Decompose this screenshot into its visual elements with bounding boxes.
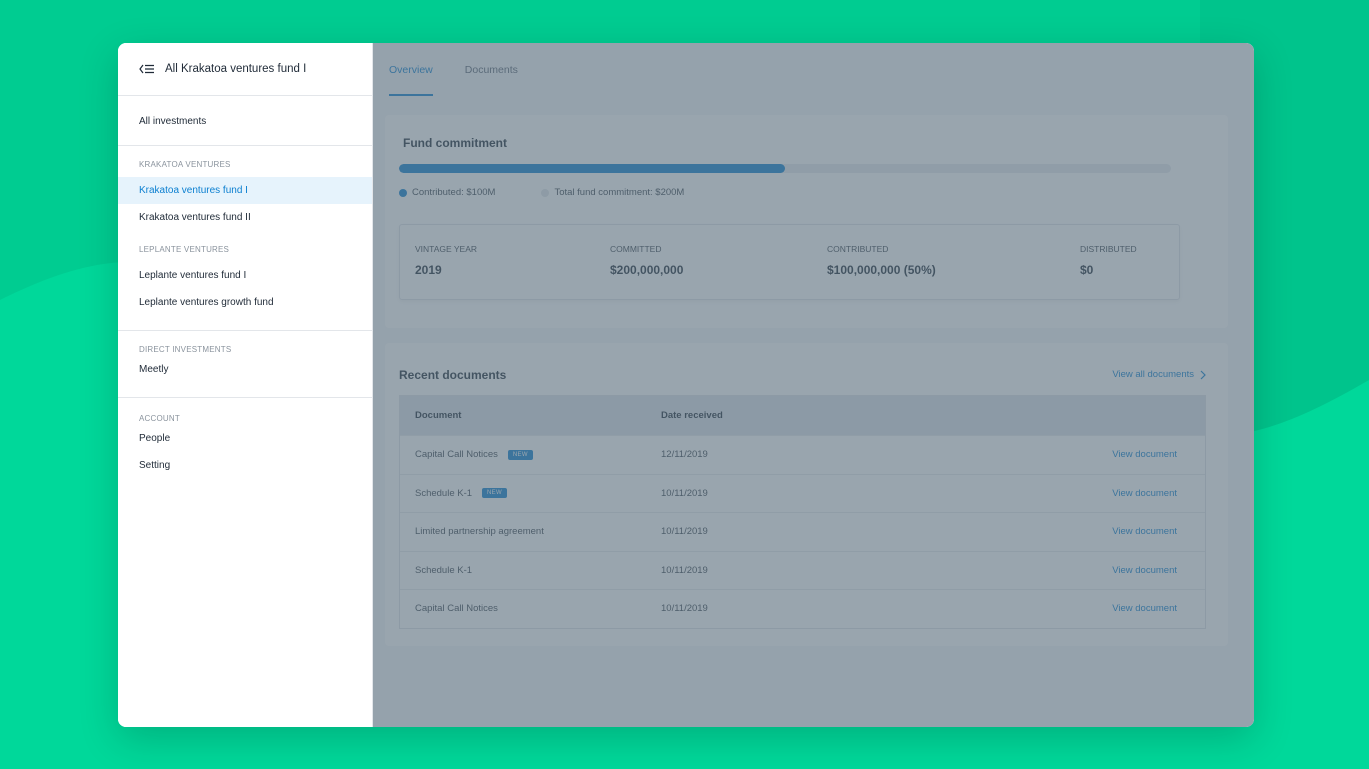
stat-label: COMMITTED: [610, 244, 662, 254]
recent-documents-title: Recent documents: [399, 368, 507, 382]
header-date-received: Date received: [661, 410, 723, 421]
table-row: Schedule K-1 10/11/2019 View document: [400, 550, 1205, 590]
sidebar-item-leplante-growth-fund[interactable]: Leplante ventures growth fund: [118, 289, 372, 316]
view-document-link[interactable]: View document: [1021, 449, 1205, 460]
sidebar-group-account: ACCOUNT: [139, 414, 180, 423]
stat-label: DISTRIBUTED: [1080, 244, 1137, 254]
sidebar-title: All Krakatoa ventures fund I: [165, 63, 307, 75]
app-window: All Krakatoa ventures fund I All investm…: [118, 43, 1254, 727]
commitment-progress-fill: [399, 164, 785, 173]
chevron-right-icon: [1200, 370, 1206, 380]
tab-overview[interactable]: Overview: [389, 43, 433, 96]
sidebar-section-all: All investments: [118, 96, 372, 146]
stat-distributed: DISTRIBUTED $0: [1080, 244, 1137, 277]
recent-documents-card: Recent documents View all documents Docu…: [385, 343, 1228, 646]
table-header: Document Date received: [400, 396, 1205, 435]
legend-contributed-label: Contributed: $100M: [412, 187, 496, 198]
view-document-link[interactable]: View document: [1021, 488, 1205, 499]
total-dot-icon: [541, 188, 550, 197]
stat-committed: COMMITTED $200,000,000: [610, 244, 683, 277]
view-all-documents-label: View all documents: [1112, 369, 1194, 380]
sidebar-group-krakatoa: KRAKATOA VENTURES: [139, 160, 231, 169]
sidebar-item-all-investments[interactable]: All investments: [118, 108, 372, 135]
sidebar-item-krakatoa-fund-1[interactable]: Krakatoa ventures fund I: [118, 177, 372, 204]
view-document-link[interactable]: View document: [1021, 565, 1205, 576]
date-received: 12/11/2019: [661, 449, 708, 461]
stat-label: CONTRIBUTED: [827, 244, 889, 254]
stat-value: $100,000,000 (50%): [827, 263, 936, 277]
document-name: Limited partnership agreement: [415, 526, 544, 538]
document-name: Schedule K-1: [415, 487, 473, 499]
stat-contributed: CONTRIBUTED $100,000,000 (50%): [827, 244, 936, 277]
stat-label: VINTAGE YEAR: [415, 244, 478, 254]
stat-vintage-year: VINTAGE YEAR 2019: [415, 244, 477, 277]
document-name: Capital Call Notices: [415, 603, 498, 615]
document-name-cell: Limited partnership agreement: [400, 526, 661, 537]
table-row: Capital Call Notices 10/11/2019 View docum…: [400, 589, 1205, 628]
documents-table: Document Date received Capital Call Noti…: [399, 395, 1206, 629]
fund-commitment-card: Fund commitment Contributed: $100M Total…: [385, 115, 1228, 328]
collapse-menu-icon[interactable]: [139, 62, 157, 76]
legend-total-label: Total fund commitment: $200M: [554, 187, 685, 198]
sidebar-item-leplante-fund-1[interactable]: Leplante ventures fund I: [118, 262, 372, 289]
view-document-link[interactable]: View document: [1021, 526, 1205, 537]
table-row: Limited partnership agreement 10/11/2019 V…: [400, 512, 1205, 551]
date-received: 10/11/2019: [661, 564, 708, 576]
new-badge: NEW: [507, 449, 533, 460]
view-all-documents-link[interactable]: View all documents: [1112, 369, 1206, 380]
view-document-link[interactable]: View document: [1021, 603, 1205, 614]
date-received: 10/11/2019: [661, 487, 708, 499]
commitment-stats: VINTAGE YEAR 2019 COMMITTED $200,000,000…: [399, 224, 1180, 300]
stat-value: 2019: [415, 263, 442, 277]
sidebar: All Krakatoa ventures fund I All investm…: [118, 43, 373, 727]
sidebar-section-direct: DIRECT INVESTMENTS Meetly: [118, 331, 372, 398]
sidebar-section-funds: KRAKATOA VENTURES Krakatoa ventures fund…: [118, 146, 372, 331]
stat-value: $0: [1080, 263, 1094, 277]
document-name-cell: Schedule K-1 NEW: [400, 488, 661, 499]
sidebar-header: All Krakatoa ventures fund I: [118, 43, 372, 96]
sidebar-section-account: ACCOUNT People Setting: [118, 398, 372, 479]
contributed-dot-icon: [399, 188, 407, 197]
sidebar-item-setting[interactable]: Setting: [118, 452, 372, 479]
fund-commitment-title: Fund commitment: [403, 136, 507, 150]
legend-total: Total fund commitment: $200M: [541, 187, 684, 198]
commitment-progress-bar: [399, 164, 1171, 173]
sidebar-group-leplante: LEPLANTE VENTURES: [139, 245, 230, 254]
stat-value: $200,000,000: [610, 263, 684, 277]
header-document: Document: [415, 410, 462, 421]
main-content: Overview Documents Fund commitment Contr…: [373, 43, 1254, 727]
tab-documents[interactable]: Documents: [465, 43, 518, 96]
table-row: Capital Call Notices NEW 12/11/2019 View do…: [400, 435, 1205, 474]
commitment-legend: Contributed: $100M Total fund commitment…: [399, 187, 730, 198]
document-name-cell: Capital Call Notices NEW: [400, 449, 661, 460]
new-badge: NEW: [482, 488, 507, 499]
document-name: Schedule K-1: [415, 564, 473, 576]
date-received: 10/11/2019: [661, 603, 708, 615]
sidebar-group-direct: DIRECT INVESTMENTS: [139, 345, 232, 354]
sidebar-item-people[interactable]: People: [118, 425, 372, 452]
sidebar-item-krakatoa-fund-2[interactable]: Krakatoa ventures fund II: [118, 204, 372, 231]
date-received: 10/11/2019: [661, 526, 708, 538]
tab-bar: Overview Documents: [373, 43, 1254, 96]
document-name: Capital Call Notices: [415, 449, 498, 461]
legend-contributed: Contributed: $100M: [399, 187, 495, 198]
sidebar-item-meetly[interactable]: Meetly: [118, 356, 372, 383]
document-name-cell: Schedule K-1: [400, 565, 661, 576]
document-name-cell: Capital Call Notices: [400, 603, 661, 614]
table-row: Schedule K-1 NEW 10/11/2019 View document: [400, 473, 1205, 513]
